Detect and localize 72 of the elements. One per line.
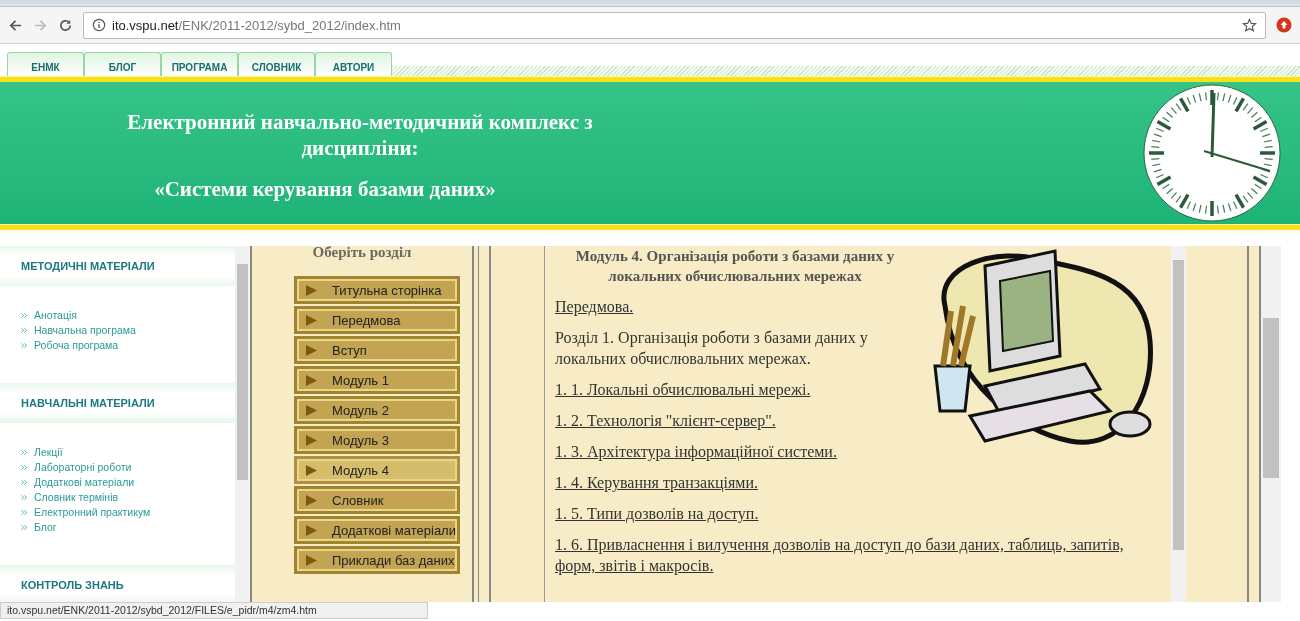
menu-button[interactable]: Модуль 2 bbox=[294, 396, 460, 424]
double-chevron-icon bbox=[21, 450, 28, 455]
menu-button[interactable]: Модуль 3 bbox=[294, 426, 460, 454]
nav-tab[interactable]: АВТОРИ bbox=[315, 52, 392, 76]
menu-button[interactable]: Модуль 1 bbox=[294, 366, 460, 394]
banner-subtitle: «Системи керування базами даних» bbox=[154, 176, 496, 202]
address-bar[interactable]: ito.vspu.net/ENK/2011-2012/sybd_2012/index.htm bbox=[83, 11, 1266, 39]
menu-button[interactable]: Словник bbox=[294, 486, 460, 514]
content-link[interactable]: 1. 6. Привласнення і вилучення дозволів на доступ до бази даних, таблиць, запитів, форм, звітів і макросів. bbox=[555, 534, 1165, 576]
double-chevron-icon bbox=[21, 480, 28, 485]
sidebar-heading[interactable]: НАВЧАЛЬНІ МАТЕРІАЛИ bbox=[21, 397, 155, 409]
menu-button[interactable]: Приклади баз даних bbox=[294, 546, 460, 574]
sidebar-link[interactable]: Лабораторні роботи bbox=[34, 460, 132, 475]
scrollbar-thumb[interactable] bbox=[237, 264, 248, 480]
double-chevron-icon bbox=[21, 510, 28, 515]
status-url: ito.vspu.net/ENK/2011-2012/sybd_2012/FILES/e_pidr/m4/zm4.htm bbox=[0, 602, 428, 619]
double-chevron-icon bbox=[21, 495, 28, 500]
sidebar-link[interactable]: Лекції bbox=[34, 445, 63, 460]
extension-icon[interactable] bbox=[1276, 17, 1292, 33]
nav-tab[interactable]: СЛОВНИК bbox=[238, 52, 315, 76]
sidebar-link[interactable]: Робоча програма bbox=[34, 338, 119, 353]
nav-tab[interactable]: БЛОГ bbox=[84, 52, 161, 76]
nav-tab[interactable]: ЕНМК bbox=[7, 52, 84, 76]
star-icon[interactable] bbox=[1242, 17, 1257, 33]
menu-button[interactable]: Передмова bbox=[294, 306, 460, 334]
menu-button[interactable]: Додаткові матеріали bbox=[294, 516, 460, 544]
content-link[interactable]: 1. 1. Локальні обчислювальні мережі. bbox=[555, 379, 811, 400]
scrollbar[interactable] bbox=[1261, 246, 1281, 602]
content-paragraph: Розділ 1. Організація роботи з базами даних у локальних обчислювальних мережах. bbox=[555, 328, 869, 369]
triangle-icon bbox=[305, 553, 318, 567]
triangle-icon bbox=[305, 343, 318, 357]
scrollbar[interactable] bbox=[235, 246, 250, 602]
sidebar-link[interactable]: Блог bbox=[34, 520, 57, 535]
double-chevron-icon bbox=[21, 525, 28, 530]
triangle-icon bbox=[305, 463, 318, 477]
scrollbar[interactable] bbox=[1171, 246, 1186, 602]
triangle-icon bbox=[305, 433, 318, 447]
sidebar-link[interactable]: Електронний практикум bbox=[34, 505, 151, 520]
nav-tab[interactable]: ПРОГРАМА bbox=[161, 52, 238, 76]
menu-button[interactable]: Модуль 4 bbox=[294, 456, 460, 484]
menu-title: Оберіть розділ bbox=[312, 246, 412, 262]
triangle-icon bbox=[305, 313, 318, 327]
content-link[interactable]: Передмова. bbox=[555, 296, 634, 317]
sidebar-heading[interactable]: КОНТРОЛЬ ЗНАНЬ bbox=[21, 579, 124, 591]
scrollbar-thumb[interactable] bbox=[1173, 260, 1184, 550]
sidebar-heading[interactable]: МЕТОДИЧНІ МАТЕРІАЛИ bbox=[21, 260, 155, 272]
menu-button[interactable]: Титульна сторінка bbox=[294, 276, 460, 304]
double-chevron-icon bbox=[21, 465, 28, 470]
double-chevron-icon bbox=[21, 313, 28, 318]
menu-button[interactable]: Вступ bbox=[294, 336, 460, 364]
triangle-icon bbox=[305, 493, 318, 507]
scrollbar-thumb[interactable] bbox=[1263, 318, 1279, 478]
content-link[interactable]: 1. 4. Керування транзакціями. bbox=[555, 472, 758, 493]
sidebar-link[interactable]: Навчальна програма bbox=[34, 323, 136, 338]
triangle-icon bbox=[305, 403, 318, 417]
banner-title: Електронний навчально-методичний комплекс з bbox=[127, 108, 593, 135]
content-link[interactable]: 1. 3. Архітектура інформаційної системи. bbox=[555, 441, 837, 462]
banner-title: дисципліни: bbox=[301, 134, 419, 161]
content-link[interactable]: 1. 5. Типи дозволів на доступ. bbox=[555, 503, 759, 524]
triangle-icon bbox=[305, 373, 318, 387]
content-link[interactable]: 1. 2. Технологія "клієнт-сервер". bbox=[555, 410, 776, 431]
sidebar-link[interactable]: Анотація bbox=[34, 308, 77, 323]
double-chevron-icon bbox=[21, 328, 28, 333]
reload-icon[interactable] bbox=[58, 17, 73, 33]
triangle-icon bbox=[305, 523, 318, 537]
triangle-icon bbox=[305, 283, 318, 297]
sidebar-link[interactable]: Словник термінів bbox=[34, 490, 119, 505]
info-icon[interactable] bbox=[92, 18, 106, 32]
content-heading: локальних обчислювальних мережах bbox=[607, 267, 863, 286]
sidebar-link[interactable]: Додаткові матеріали bbox=[34, 475, 135, 490]
content-heading: Модуль 4. Організація роботи з базами даних у bbox=[574, 247, 896, 266]
double-chevron-icon bbox=[21, 343, 28, 348]
